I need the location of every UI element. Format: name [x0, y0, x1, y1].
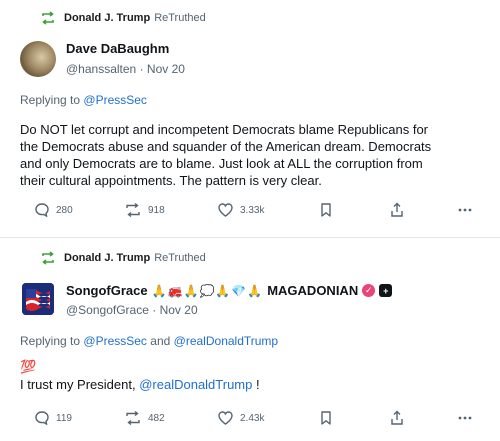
meta-separator: · — [152, 303, 157, 317]
post-text-suffix: ! — [256, 377, 260, 392]
reply-button[interactable]: 119 — [34, 410, 72, 426]
author-handle[interactable]: @hanssalten — [66, 62, 136, 76]
author-name[interactable]: Dave DaBaughm — [66, 41, 169, 56]
post-text-line: the Democrats abuse and squander of the … — [20, 139, 432, 154]
more-icon — [458, 416, 472, 420]
bookmark-icon — [321, 411, 331, 425]
heart-icon — [218, 203, 233, 217]
replying-prefix: Replying to — [20, 93, 81, 107]
bookmark-button[interactable] — [319, 202, 333, 218]
reply-count: 280 — [56, 204, 73, 216]
retruth-label: ReTruthed — [154, 252, 206, 264]
replying-to: Replying to @PressSec and @realDonaldTru… — [20, 334, 278, 348]
bookmark-icon — [321, 203, 331, 217]
action-bar: 119 482 2.43k — [34, 410, 474, 430]
author-meta: @hanssalten · Nov 20 — [66, 62, 185, 76]
author-name-text[interactable]: SongofGrace — [66, 283, 148, 298]
share-button[interactable] — [389, 410, 405, 426]
retruth-icon — [42, 11, 54, 25]
like-button[interactable]: 3.33k — [217, 202, 264, 218]
retruth-icon — [42, 251, 54, 265]
retruth-count: 918 — [148, 204, 165, 216]
author-handle[interactable]: @SongofGrace — [66, 303, 149, 317]
action-bar: 280 918 3.33k — [34, 202, 474, 222]
like-count: 2.43k — [240, 412, 265, 424]
replying-prefix: Replying to — [20, 334, 81, 348]
verified-badge-icon: ✓ — [362, 284, 376, 297]
reply-count: 119 — [56, 412, 72, 424]
replying-to-link[interactable]: @PressSec — [83, 93, 147, 107]
author-name[interactable]: SongofGrace 🙏🚒🙏💭🙏💎🙏 MAGADONIAN ✓ + — [66, 283, 393, 298]
bookmark-button[interactable] — [319, 410, 333, 426]
reply-icon — [35, 203, 49, 218]
retruth-count: 482 — [148, 412, 165, 424]
replying-to-link-2[interactable]: @realDonaldTrump — [174, 334, 278, 348]
post[interactable]: Donald J. Trump ReTruthed SongofGrace 🙏🚒… — [0, 238, 500, 441]
author-name-text[interactable]: Dave DaBaughm — [66, 41, 169, 56]
share-button[interactable] — [389, 202, 405, 218]
post-text: 💯 I trust my President, @realDonaldTrump… — [20, 359, 490, 393]
like-count: 3.33k — [240, 204, 265, 216]
plus-badge-icon: + — [379, 284, 393, 297]
retruth-banner: Donald J. Trump ReTruthed — [40, 251, 206, 265]
post-text-line: I trust my President, @realDonaldTrump ! — [20, 376, 490, 393]
retruth-user[interactable]: Donald J. Trump — [64, 12, 150, 24]
more-icon — [458, 208, 472, 212]
post-text-line: and only Democrats are to blame. Just lo… — [20, 156, 423, 171]
emoji-line: 💯 — [20, 360, 38, 375]
replying-to-link[interactable]: @PressSec — [83, 334, 147, 348]
retruth-button[interactable]: 482 — [124, 410, 165, 426]
author-name-emojis: 🙏🚒🙏💭🙏💎🙏 — [151, 283, 264, 298]
meta-separator: · — [139, 62, 144, 76]
post[interactable]: Donald J. Trump ReTruthed Dave DaBaughm … — [0, 0, 500, 237]
flag-avatar-image — [22, 283, 54, 315]
feed: Donald J. Trump ReTruthed Dave DaBaughm … — [0, 0, 500, 441]
post-text-line: their cultural appointments. The pattern… — [20, 173, 322, 188]
mention-link[interactable]: @realDonaldTrump — [139, 377, 252, 392]
replying-and: and — [150, 334, 171, 348]
more-options-button[interactable] — [457, 202, 473, 218]
retruth-action-icon — [126, 410, 140, 426]
retruth-label: ReTruthed — [154, 12, 206, 24]
post-text-line: Do NOT let corrupt and incompetent Democ… — [20, 122, 429, 137]
post-date[interactable]: Nov 20 — [147, 62, 185, 76]
avatar[interactable] — [22, 283, 54, 315]
replying-to: Replying to @PressSec — [20, 93, 147, 107]
heart-icon — [218, 411, 233, 425]
like-button[interactable]: 2.43k — [217, 410, 264, 426]
reply-icon — [35, 411, 49, 426]
author-name-suffix: MAGADONIAN — [267, 283, 359, 298]
retruth-banner: Donald J. Trump ReTruthed — [40, 11, 206, 25]
post-text: Do NOT let corrupt and incompetent Democ… — [20, 121, 490, 189]
more-options-button[interactable] — [457, 410, 473, 426]
retruth-action-icon — [126, 202, 140, 218]
post-text-prefix: I trust my President, — [20, 377, 136, 392]
share-icon — [391, 202, 403, 217]
retruth-user[interactable]: Donald J. Trump — [64, 252, 150, 264]
post-date[interactable]: Nov 20 — [160, 303, 198, 317]
avatar[interactable] — [20, 41, 56, 77]
author-meta: @SongofGrace · Nov 20 — [66, 303, 198, 317]
reply-button[interactable]: 280 — [34, 202, 73, 218]
retruth-button[interactable]: 918 — [124, 202, 165, 218]
share-icon — [391, 410, 403, 425]
